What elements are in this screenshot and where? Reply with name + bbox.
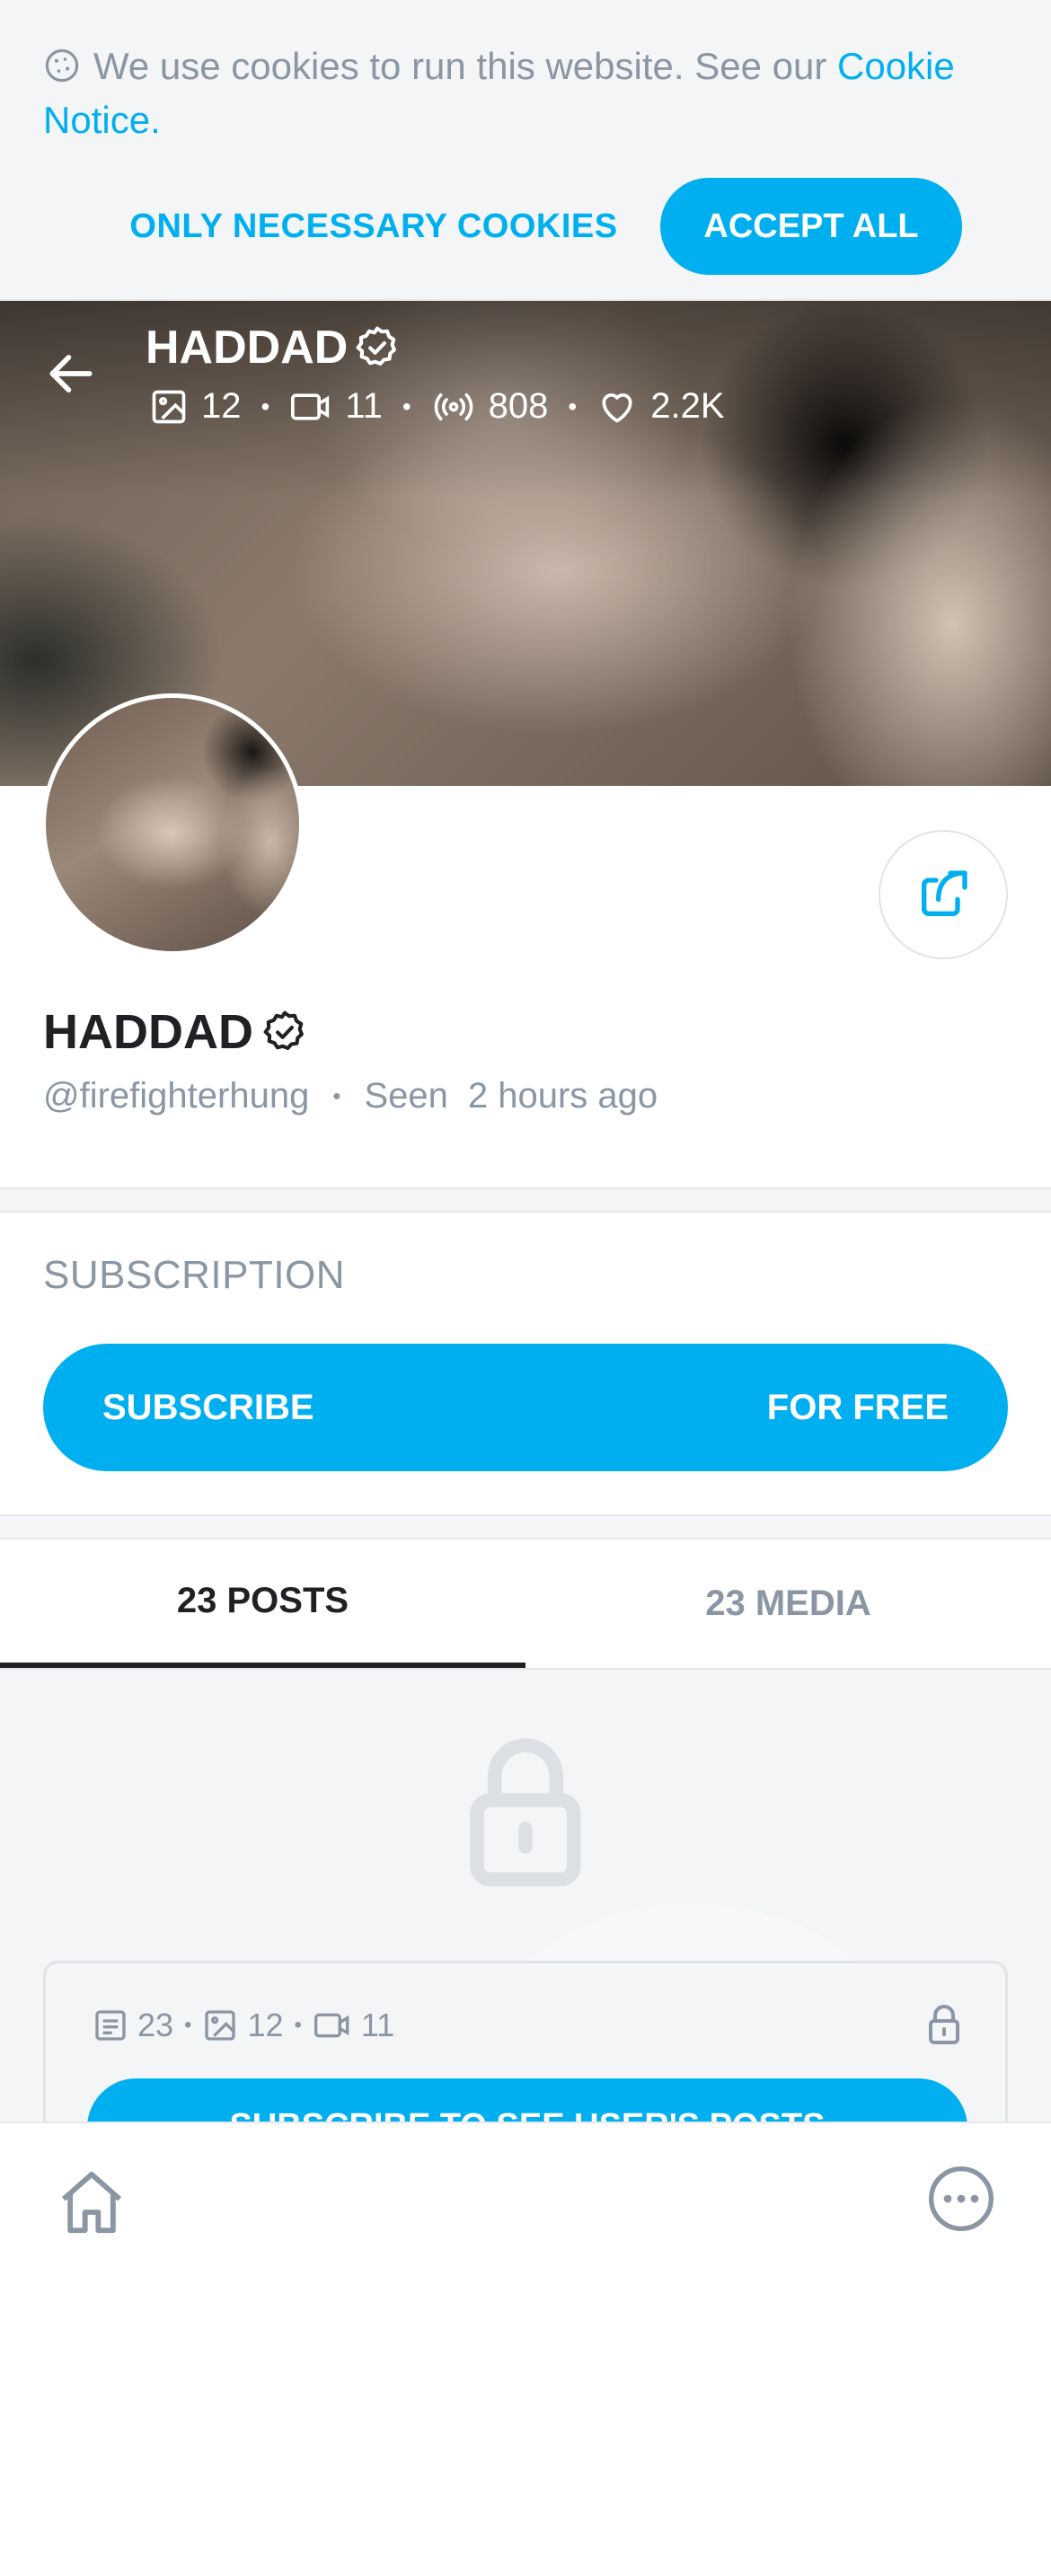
share-button[interactable] xyxy=(879,830,1008,959)
card-separator: • xyxy=(184,2013,192,2037)
header-stats: 12 • 11 • 808 • 2.2K xyxy=(149,386,725,427)
locked-posts-card: 23 • 12 • 11 SUBSCRIBE TO SEE USER'S POS… xyxy=(43,1961,1008,2122)
seen-label: Seen xyxy=(364,1076,448,1116)
card-separator: • xyxy=(294,2013,302,2037)
profile-name: HADDAD xyxy=(43,1004,309,1060)
section-divider xyxy=(0,1514,1051,1539)
posts-count: 23 xyxy=(137,2007,174,2043)
image-icon xyxy=(152,390,186,423)
cookie-suffix: . xyxy=(150,99,161,141)
post-icon xyxy=(95,2010,126,2041)
subscribe-label: SUBSCRIBE xyxy=(102,1387,314,1427)
lock-icon xyxy=(470,1738,581,1887)
streams-stat: 808 xyxy=(431,386,549,427)
only-necessary-cookies-button[interactable]: ONLY NECESSARY COOKIES xyxy=(122,180,625,273)
header-name: HADDAD xyxy=(146,321,402,375)
verified-badge-icon xyxy=(263,1010,304,1051)
videos-count: 11 xyxy=(360,2007,395,2043)
likes-stat: 2.2K xyxy=(596,386,725,427)
verified-badge-icon xyxy=(356,326,397,366)
meta-separator: • xyxy=(332,1082,341,1109)
avatar[interactable] xyxy=(41,693,304,956)
videos-stat: 11 xyxy=(289,386,383,427)
profile-meta: @firefighterhung • Seen 2 hours ago xyxy=(43,1076,658,1116)
photos-stat: 12 xyxy=(149,386,242,427)
cookie-icon xyxy=(45,49,79,83)
cookie-text: We use cookies to run this website. See … xyxy=(43,40,1013,147)
small-lock-icon xyxy=(929,2005,959,2044)
posts-stat: 23 xyxy=(93,2007,173,2044)
profile-tabs: 23 POSTS 23 MEDIA xyxy=(0,1539,1051,1670)
live-stream-icon xyxy=(434,393,473,420)
stats-separator: • xyxy=(568,392,578,420)
seen-value: 2 hours ago xyxy=(467,1076,658,1116)
subscribe-button[interactable]: SUBSCRIBE FOR FREE xyxy=(43,1344,1008,1471)
stats-separator: • xyxy=(402,392,411,420)
profile-handle[interactable]: @firefighterhung xyxy=(43,1076,309,1116)
photos-count: 12 xyxy=(201,386,242,426)
section-divider xyxy=(0,1187,1051,1213)
header-name-text: HADDAD xyxy=(146,322,349,374)
subscribe-price: FOR FREE xyxy=(766,1387,949,1427)
likes-count: 2.2K xyxy=(650,386,725,426)
locked-card-stats: 23 • 12 • 11 xyxy=(93,2007,394,2044)
share-icon xyxy=(922,870,967,916)
stats-separator: • xyxy=(261,392,270,420)
home-icon[interactable] xyxy=(52,2163,131,2242)
video-icon xyxy=(314,2013,349,2038)
subscription-title: SUBSCRIPTION xyxy=(43,1253,346,1297)
videos-stat: 11 xyxy=(313,2007,394,2044)
accept-all-button[interactable]: ACCEPT ALL xyxy=(660,178,962,275)
video-icon xyxy=(291,393,330,420)
videos-count: 11 xyxy=(345,386,383,426)
bottom-nav xyxy=(0,2122,1051,2576)
back-arrow-icon[interactable] xyxy=(43,346,99,401)
subscribe-to-see-posts-button[interactable]: SUBSCRIBE TO SEE USER'S POSTS xyxy=(87,2078,967,2122)
cookie-banner: We use cookies to run this website. See … xyxy=(0,0,1051,301)
profile-name-text: HADDAD xyxy=(43,1005,253,1059)
streams-count: 808 xyxy=(488,386,549,426)
photos-count: 12 xyxy=(247,2007,284,2043)
heart-icon xyxy=(602,393,632,422)
locked-feed: 23 • 12 • 11 SUBSCRIBE TO SEE USER'S POS… xyxy=(0,1670,1051,2122)
more-options-icon[interactable] xyxy=(925,2163,997,2235)
image-icon xyxy=(205,2010,236,2041)
tab-media[interactable]: 23 MEDIA xyxy=(526,1539,1051,1668)
tab-posts[interactable]: 23 POSTS xyxy=(0,1539,526,1668)
cookie-message: We use cookies to run this website. See … xyxy=(93,45,827,87)
photos-stat: 12 xyxy=(202,2007,284,2044)
